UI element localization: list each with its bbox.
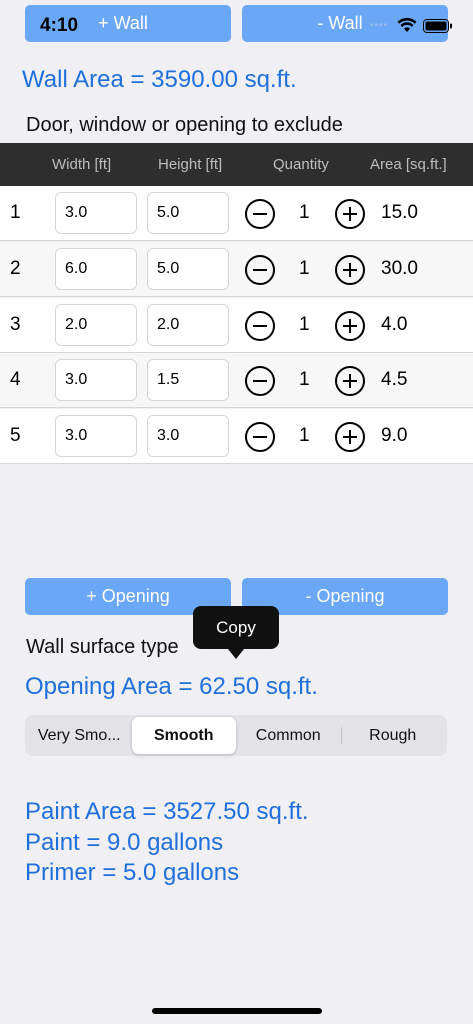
area-value: 4.5 (381, 369, 408, 390)
paint-gallons-text: Paint = 9.0 gallons (25, 829, 224, 856)
remove-opening-label: - Opening (305, 586, 385, 606)
increment-icon[interactable] (335, 255, 365, 285)
quantity-value: 1 (299, 425, 310, 446)
area-value: 9.0 (381, 425, 408, 446)
status-icons (397, 18, 453, 33)
height-input[interactable]: 2.0 (147, 304, 229, 346)
header-area: Area [sq.ft.] (370, 156, 447, 173)
increment-icon[interactable] (335, 366, 365, 396)
segment-common[interactable]: Common (236, 717, 341, 754)
quantity-value: 1 (299, 258, 310, 279)
decrement-icon[interactable] (245, 422, 275, 452)
wall-area-text: Wall Area = 3590.00 sq.ft. (22, 66, 297, 93)
quantity-value: 1 (299, 202, 310, 223)
increment-icon[interactable] (335, 311, 365, 341)
header-height: Height [ft] (158, 156, 223, 173)
row-index: 2 (10, 258, 21, 279)
opening-area-text: Opening Area = 62.50 sq.ft. (25, 673, 318, 700)
quantity-value: 1 (299, 314, 310, 335)
width-input[interactable]: 3.0 (55, 359, 137, 401)
add-wall-label: + Wall (98, 13, 148, 33)
height-input[interactable]: 1.5 (147, 359, 229, 401)
table-row: 2 6.0 5.0 1 30.0 (0, 242, 473, 297)
primer-gallons-text: Primer = 5.0 gallons (25, 859, 240, 886)
surface-type-segmented-control: Very Smo... Smooth Common Rough (25, 715, 447, 756)
paint-area-text: Paint Area = 3527.50 sq.ft. (25, 798, 309, 825)
height-input[interactable]: 3.0 (147, 415, 229, 457)
copy-tooltip[interactable]: Copy (193, 606, 279, 659)
home-indicator[interactable] (152, 1008, 322, 1014)
table-row: 3 2.0 2.0 1 4.0 (0, 298, 473, 353)
width-input[interactable]: 6.0 (55, 248, 137, 290)
width-input[interactable]: 2.0 (55, 304, 137, 346)
exclude-label: Door, window or opening to exclude (26, 114, 343, 136)
add-opening-label: + Opening (86, 586, 170, 606)
surface-type-label: Wall surface type (26, 636, 179, 658)
increment-icon[interactable] (335, 422, 365, 452)
battery-icon (423, 18, 452, 33)
wifi-icon (397, 18, 417, 32)
area-value: 30.0 (381, 258, 418, 279)
width-input[interactable]: 3.0 (55, 415, 137, 457)
segment-smooth[interactable]: Smooth (131, 717, 236, 754)
height-input[interactable]: 5.0 (147, 248, 229, 290)
table-header: Width [ft] Height [ft] Quantity Area [sq… (0, 143, 473, 186)
remove-wall-label: - Wall (317, 13, 363, 33)
header-quantity: Quantity (273, 156, 329, 173)
quantity-value: 1 (299, 369, 310, 390)
row-index: 4 (10, 369, 21, 390)
increment-icon[interactable] (335, 199, 365, 229)
area-value: 15.0 (381, 202, 418, 223)
table-row: 5 3.0 3.0 1 9.0 (0, 409, 473, 464)
row-index: 3 (10, 314, 21, 335)
segment-very-smooth[interactable]: Very Smo... (27, 717, 132, 754)
segment-rough[interactable]: Rough (340, 717, 446, 754)
decrement-icon[interactable] (245, 199, 275, 229)
width-input[interactable]: 3.0 (55, 192, 137, 234)
status-dots-icon: •••• (370, 20, 389, 31)
row-index: 1 (10, 202, 21, 223)
decrement-icon[interactable] (245, 255, 275, 285)
table-row: 4 3.0 1.5 1 4.5 (0, 353, 473, 408)
header-width: Width [ft] (52, 156, 112, 173)
table-row: 1 3.0 5.0 1 15.0 (0, 186, 473, 241)
height-input[interactable]: 5.0 (147, 192, 229, 234)
decrement-icon[interactable] (245, 311, 275, 341)
copy-tooltip-label: Copy (216, 617, 256, 637)
area-value: 4.0 (381, 314, 408, 335)
status-time: 4:10 (40, 15, 79, 36)
row-index: 5 (10, 425, 21, 446)
decrement-icon[interactable] (245, 366, 275, 396)
